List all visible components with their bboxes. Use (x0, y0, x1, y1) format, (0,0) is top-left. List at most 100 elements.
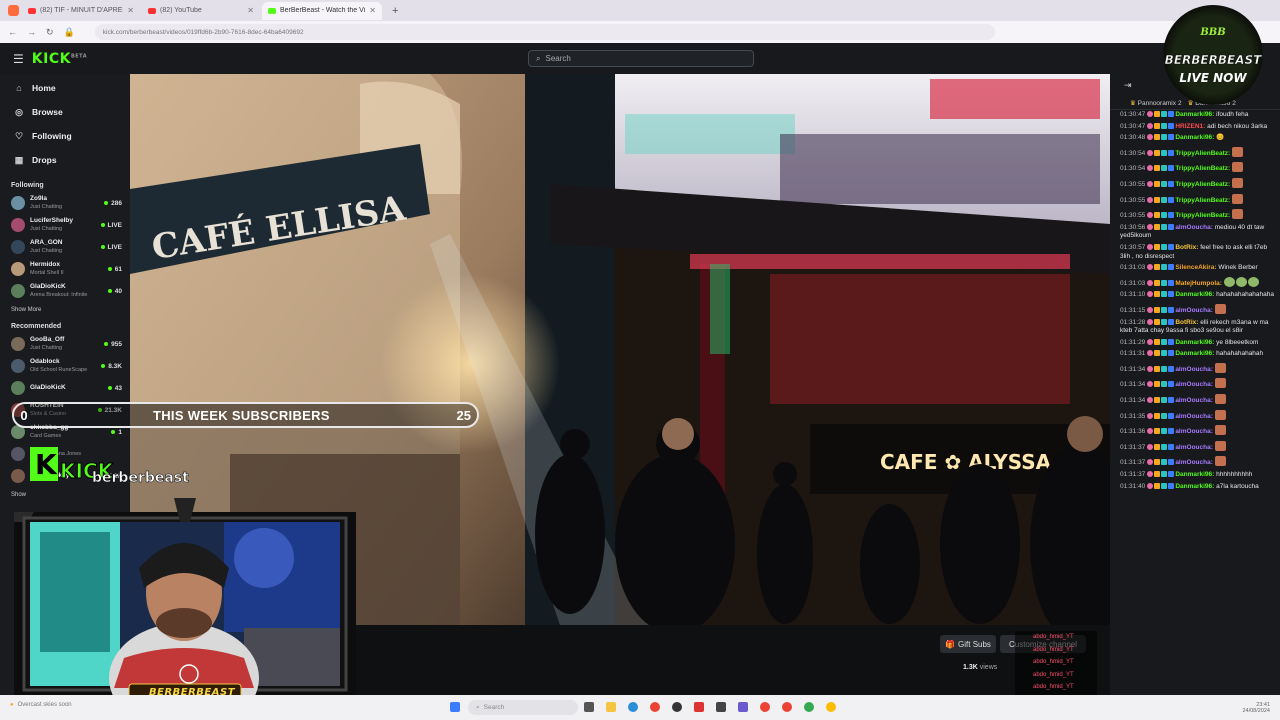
collapse-chat-icon[interactable]: ⇥ (1124, 80, 1132, 91)
taskbar-clock[interactable]: 23:41 24/08/2024 (1242, 702, 1270, 714)
tab-close-icon[interactable]: ✕ (127, 6, 134, 15)
message-username[interactable]: almOoucha: (1175, 366, 1213, 373)
app-icon-1[interactable] (694, 702, 704, 712)
tab-title: BerBerBeast - Watch the Vi (280, 7, 366, 14)
tab-close-icon[interactable]: ✕ (247, 6, 254, 15)
message-username[interactable]: Danmarki96: (1175, 111, 1214, 118)
sidebar-item-home[interactable]: ⌂ Home (0, 76, 130, 100)
message-username[interactable]: almOoucha: (1175, 397, 1213, 404)
emote-icon (1235, 276, 1247, 287)
user-badge-icon (1168, 243, 1175, 250)
message-username[interactable]: Danmarki96: (1175, 339, 1214, 346)
sidebar-item-browse[interactable]: ◎ Browse (0, 100, 130, 124)
message-username[interactable]: TrippyAlienBeatz: (1175, 212, 1230, 219)
chat-message: 01:31:34 almOoucha: (1110, 392, 1280, 408)
search-input[interactable]: ⌕ Search (528, 50, 754, 67)
channel-item[interactable]: GlaDioKicK 43 (0, 377, 130, 399)
tab-close-icon[interactable]: ✕ (369, 6, 376, 15)
user-badge-icon (1154, 443, 1161, 450)
weekly-subscribers-banner: 0 THIS WEEK SUBSCRIBERS 25 (12, 402, 479, 428)
browser-tab[interactable]: BerBerBeast - Watch the Vi ✕ (262, 1, 382, 20)
show-more-link[interactable]: Show More (0, 302, 130, 313)
message-username[interactable]: almOoucha: (1175, 224, 1213, 231)
chat-message: 01:31:40 Danmarki96: a7la kartoucha (1110, 482, 1280, 494)
message-username[interactable]: Danmarki96: (1175, 483, 1214, 490)
channel-avatar (11, 284, 25, 298)
channel-item[interactable]: Hermidox Mortal Shell II 61 (0, 258, 130, 280)
user-badge-icon (1154, 223, 1161, 230)
message-username[interactable]: TrippyAlienBeatz: (1175, 150, 1230, 157)
message-time: 01:31:03 (1120, 279, 1146, 287)
browser-menu-icon[interactable] (8, 5, 19, 16)
forward-icon[interactable]: → (27, 27, 36, 37)
new-tab-button[interactable]: + (392, 5, 398, 17)
back-icon[interactable]: ← (8, 27, 17, 37)
file-explorer-icon[interactable] (606, 702, 616, 712)
user-badge-icon (1161, 212, 1168, 219)
app-icon-3[interactable] (738, 702, 748, 712)
task-view-icon[interactable] (584, 702, 594, 712)
chrome-icon[interactable] (650, 702, 660, 712)
chrome-icon-3[interactable] (782, 702, 792, 712)
message-username[interactable]: almOoucha: (1175, 444, 1213, 451)
user-badge-icon (1168, 306, 1175, 313)
browser-tab[interactable]: (82) YouTube ✕ (142, 2, 260, 20)
user-badge-icon (1147, 279, 1154, 286)
message-username[interactable]: Danmarki96: (1175, 350, 1214, 357)
taskbar-search[interactable]: ⌕ Search (468, 700, 578, 715)
gift-subs-button[interactable]: 🎁 Gift Subs (940, 635, 996, 653)
chrome-icon-5[interactable] (826, 702, 836, 712)
channel-item[interactable]: LuciferSheIby Just Chatting LIVE (0, 214, 130, 236)
sidebar-item-drops[interactable]: ▦ Drops (0, 148, 130, 172)
chrome-icon-4[interactable] (804, 702, 814, 712)
message-text: hahahahahahah (1216, 350, 1264, 358)
sidebar-item-following[interactable]: ♡ Following (0, 124, 130, 148)
message-time: 01:30:47 (1120, 122, 1146, 130)
message-username[interactable]: almOoucha: (1175, 428, 1213, 435)
hamburger-menu-icon[interactable]: ☰ (13, 52, 24, 66)
message-username[interactable]: Danmarki96: (1175, 291, 1214, 298)
message-username[interactable]: almOoucha: (1175, 413, 1213, 420)
browser-tab[interactable]: (82) TIF - MINUIT D'APRÈS LIVE ✕ (22, 2, 140, 20)
message-username[interactable]: Danmarki96: (1175, 471, 1214, 478)
message-username[interactable]: TrippyAlienBeatz: (1175, 181, 1230, 188)
channel-item[interactable]: GooBa_Off Just Chatting 955 (0, 333, 130, 355)
user-badge-icon (1161, 397, 1168, 404)
obs-icon[interactable] (672, 702, 682, 712)
address-bar: ← → ↻ 🔒 kick.com/berberbeast/videos/019f… (0, 21, 1280, 43)
channel-item[interactable]: Zo9la Just Chatting 286 (0, 192, 130, 214)
channel-item[interactable]: ARA_GON Just Chatting LIVE (0, 236, 130, 258)
app-icon-2[interactable] (716, 702, 726, 712)
emote-icon (1214, 425, 1226, 436)
message-username[interactable]: almOoucha: (1175, 381, 1213, 388)
kick-logo[interactable]: KICKBETA (32, 51, 87, 67)
channel-avatar (11, 469, 25, 483)
viewer-count: 955 (104, 341, 122, 348)
message-username[interactable]: almOoucha: (1175, 459, 1213, 466)
user-badge-icon (1161, 180, 1168, 187)
message-username[interactable]: BotRix: (1175, 244, 1198, 251)
windows-start-icon[interactable] (450, 702, 460, 712)
user-badge-icon (1154, 482, 1161, 489)
message-username[interactable]: TrippyAlienBeatz: (1175, 165, 1230, 172)
user-badge-icon (1154, 412, 1161, 419)
channel-item[interactable]: Odablock Old School RuneScape 8.3K (0, 355, 130, 377)
message-username[interactable]: MatejHumpola: (1175, 280, 1222, 287)
reload-icon[interactable]: ↻ (46, 27, 54, 38)
message-username[interactable]: SilenceAkira: (1175, 264, 1216, 271)
url-input[interactable]: kick.com/berberbeast/videos/019ffd6b-2b9… (94, 24, 995, 40)
weather-widget[interactable]: ● Overcast skies soon (10, 702, 72, 708)
message-username[interactable]: TrippyAlienBeatz: (1175, 197, 1230, 204)
show-more-link-2[interactable]: Show (0, 487, 130, 498)
message-username[interactable]: BotRix: (1175, 319, 1198, 326)
gift-label: Gift Subs (958, 639, 991, 649)
gift-icon: 🎁 (945, 639, 956, 649)
taskbar-search-icon: ⌕ (476, 703, 480, 711)
message-username[interactable]: Danmarki96: (1175, 134, 1214, 141)
message-username[interactable]: almOoucha: (1175, 307, 1213, 314)
message-username[interactable]: HRIZEN1: (1175, 123, 1205, 130)
chrome-icon-2[interactable] (760, 702, 770, 712)
edge-icon[interactable] (628, 702, 638, 712)
channel-item[interactable]: GlaDioKicK Arena Breakout: Infinite 40 (0, 280, 130, 302)
user-badge-icon (1168, 165, 1175, 172)
